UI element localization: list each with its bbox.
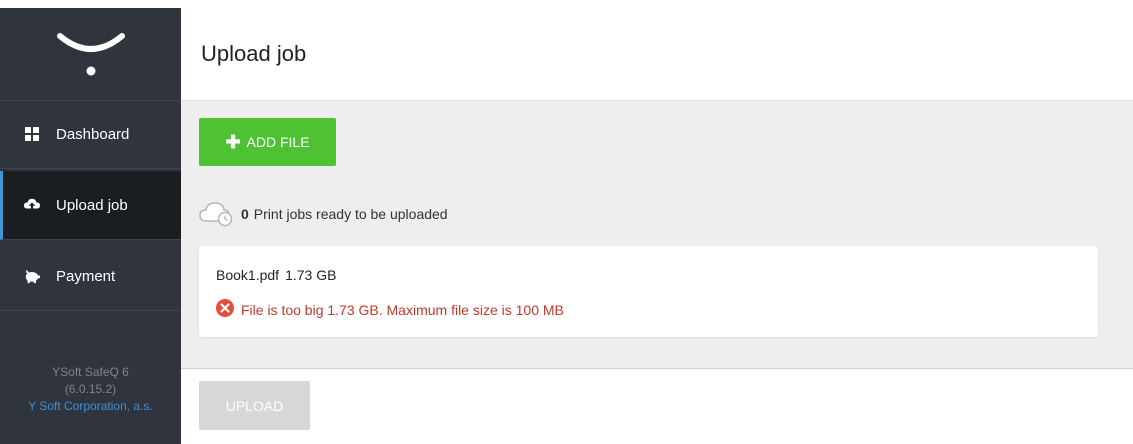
page-title: Upload job [201,41,307,66]
sidebar: Dashboard Upload job Payment YSoft SafeQ… [0,8,181,444]
jobs-ready-text: Print jobs ready to be uploaded [253,206,448,222]
sidebar-item-label: Dashboard [56,125,130,143]
piggy-bank-icon [24,268,40,284]
company-link[interactable]: Y Soft Corporation, a.s. [0,398,181,415]
sidebar-footer: YSoft SafeQ 6 (6.0.15.2) Y Soft Corporat… [0,364,181,415]
file-info: Book1.pdf 1.73 GB [216,267,336,283]
sidebar-item-dashboard[interactable]: Dashboard [0,100,181,169]
add-file-label: ADD FILE [246,134,310,150]
file-name: Book1.pdf [216,267,280,283]
app-logo[interactable] [0,8,181,101]
error-x-icon [216,299,234,320]
ysoft-logo-icon [57,33,125,76]
sidebar-item-label: Upload job [56,196,128,214]
jobs-ready-count: 0 [241,206,249,222]
main-area: Upload job ✚ ADD FILE 0 Print jobs ready… [181,8,1133,444]
add-file-button[interactable]: ✚ ADD FILE [199,118,336,166]
cloud-upload-icon [24,197,40,213]
product-version: (6.0.15.2) [64,382,117,396]
error-message: File is too big 1.73 GB. Maximum file si… [241,301,564,318]
sidebar-item-label: Payment [56,267,116,285]
product-name: YSoft SafeQ 6 [52,365,129,379]
upload-panel: ✚ ADD FILE 0 Print jobs ready to be uplo… [181,101,1133,369]
upload-button[interactable]: UPLOAD [199,381,310,430]
sidebar-item-payment[interactable]: Payment [0,242,181,311]
sidebar-item-upload-job[interactable]: Upload job [0,171,181,240]
page-header: Upload job [181,8,1133,101]
jobs-ready-status: 0 Print jobs ready to be uploaded [199,199,448,229]
file-size: 1.73 GB [285,267,337,283]
dashboard-grid-icon [24,126,40,142]
cloud-clock-icon [199,199,235,230]
plus-icon: ✚ [225,131,241,152]
file-card: Book1.pdf 1.73 GB File is too big 1.73 GB… [199,246,1098,337]
file-error: File is too big 1.73 GB. Maximum file si… [216,299,564,320]
